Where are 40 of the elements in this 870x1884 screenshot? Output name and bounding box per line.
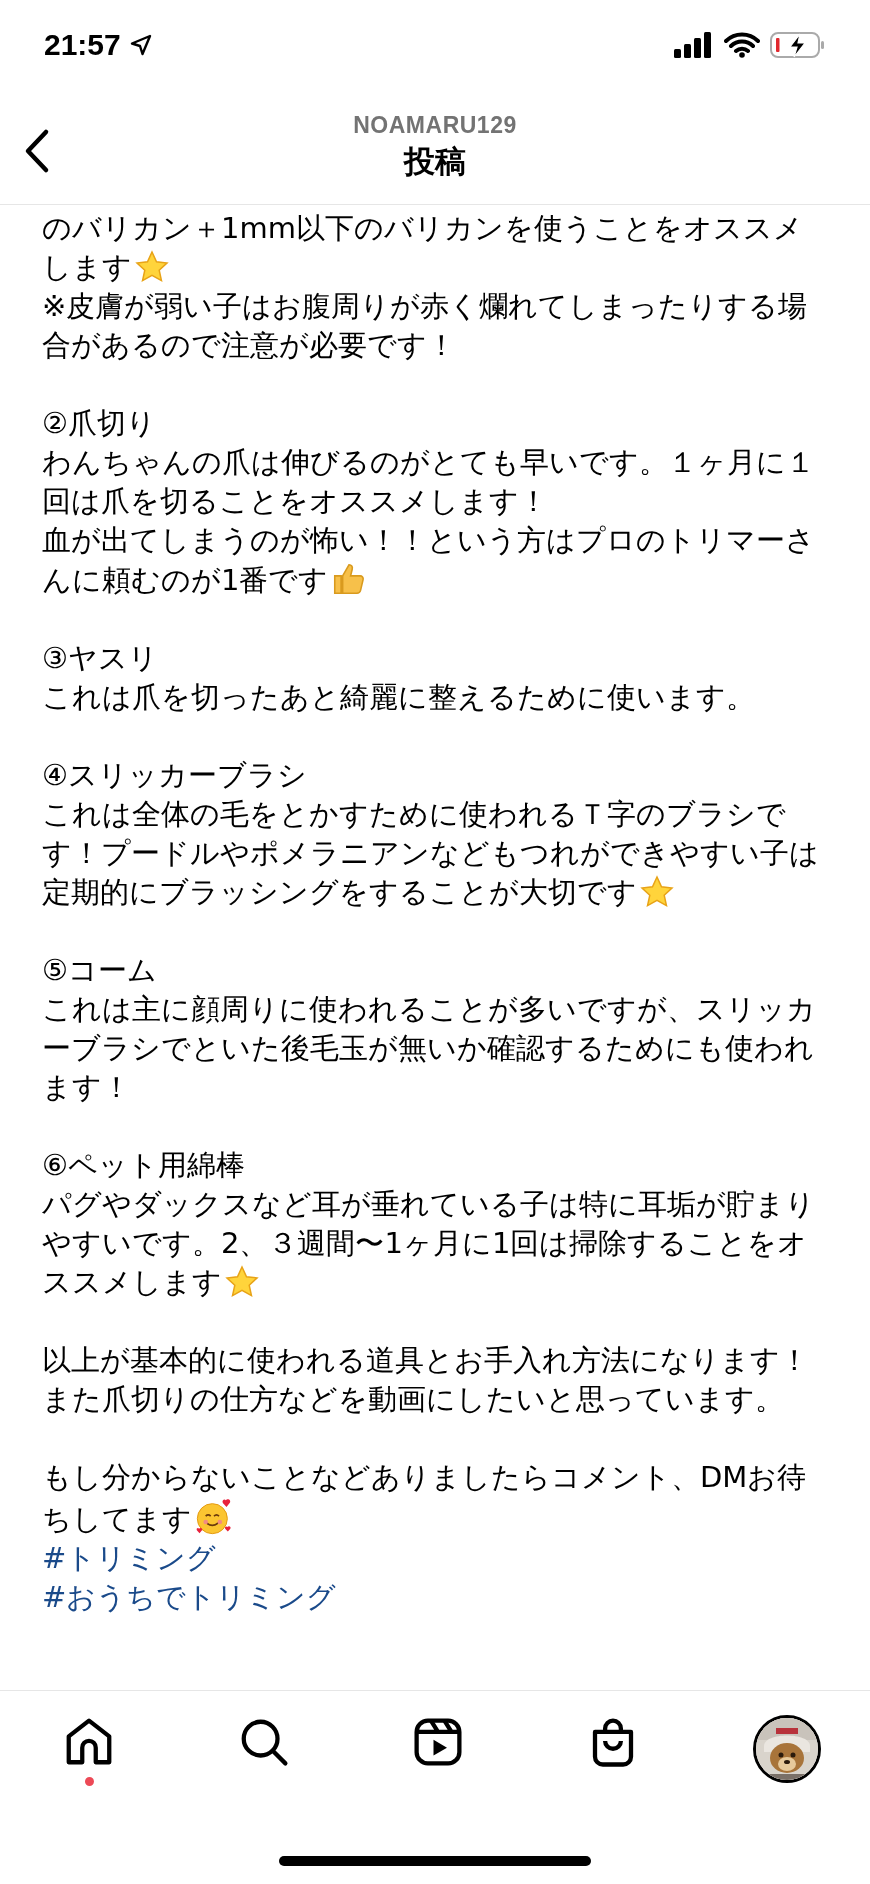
caption-text: します <box>42 250 132 284</box>
wifi-icon <box>724 32 760 58</box>
star-icon <box>134 249 170 285</box>
caption-text: ススメします <box>42 1265 222 1299</box>
caption-text: 定期的にブラッシングをすることが大切です <box>42 875 637 909</box>
caption-text: もし分からないことなどありましたらコメント、DMお待 <box>42 1460 807 1494</box>
star-icon <box>224 1264 260 1300</box>
caption-text: 合があるので注意が必要です！ <box>42 328 456 362</box>
username: NOAMARU129 <box>353 111 517 139</box>
caption-text: ④スリッカーブラシ <box>42 758 307 792</box>
caption-text: んに頼むのが1番です <box>42 563 329 597</box>
caption-text: ⑤コーム <box>42 953 157 987</box>
caption-text: のバリカン＋1mm以下のバリカンを使うことをオススメ <box>42 211 803 245</box>
star-icon <box>639 874 675 910</box>
caption-text: ②爪切り <box>42 406 156 440</box>
caption-text: やすいです。2、３週間〜1ヶ月に1回は掃除することをオ <box>42 1226 808 1260</box>
caption-text: わんちゃんの爪は伸びるのがとても早いです。１ヶ月に１ <box>42 445 815 479</box>
page-title: 投稿 <box>404 141 466 181</box>
caption-text: ※皮膚が弱い子はお腹周りが赤く爛れてしまったりする場 <box>42 289 808 323</box>
caption-text: ちしてます <box>42 1502 192 1536</box>
caption-text: これは爪を切ったあと綺麗に整えるために使います。 <box>42 680 755 714</box>
caption-text: また爪切りの仕方などを動画にしたいと思っています。 <box>42 1382 784 1416</box>
hashtag-link[interactable]: #トリミング <box>42 1539 217 1578</box>
status-time: 21:57 <box>44 28 121 62</box>
battery-charging-icon <box>770 31 826 59</box>
caption-text: これは主に顔周りに使われることが多いですが、スリッカ <box>42 992 816 1026</box>
video-clip-icon <box>411 1715 465 1769</box>
caption-text: ーブラシでといた後毛玉が無いか確認するためにも使われ <box>42 1031 814 1065</box>
caption-text: ます！ <box>42 1070 131 1104</box>
caption-text: ③ヤスリ <box>42 641 158 675</box>
caption-text: 血が出てしまうのが怖い！！という方はプロのトリマーさ <box>42 523 815 557</box>
caption-text: 回は爪を切ることをオススメします！ <box>42 484 548 518</box>
signal-icon <box>674 32 714 58</box>
caption-text: す！プードルやポメラニアンなどもつれができやすい子は <box>42 836 819 870</box>
caption-text: ⑥ペット用綿棒 <box>42 1148 245 1182</box>
location-arrow-icon <box>128 33 153 57</box>
caption-text: 以上が基本的に使われる道具とお手入れ方法になります！ <box>42 1343 809 1377</box>
hashtag-link[interactable]: #おうちでトリミング <box>42 1578 337 1617</box>
caption-text: これは全体の毛をとかすために使われるＴ字のブラシで <box>42 797 786 831</box>
caption-text: パグやダックスなど耳が垂れている子は特に耳垢が貯まり <box>42 1187 815 1221</box>
